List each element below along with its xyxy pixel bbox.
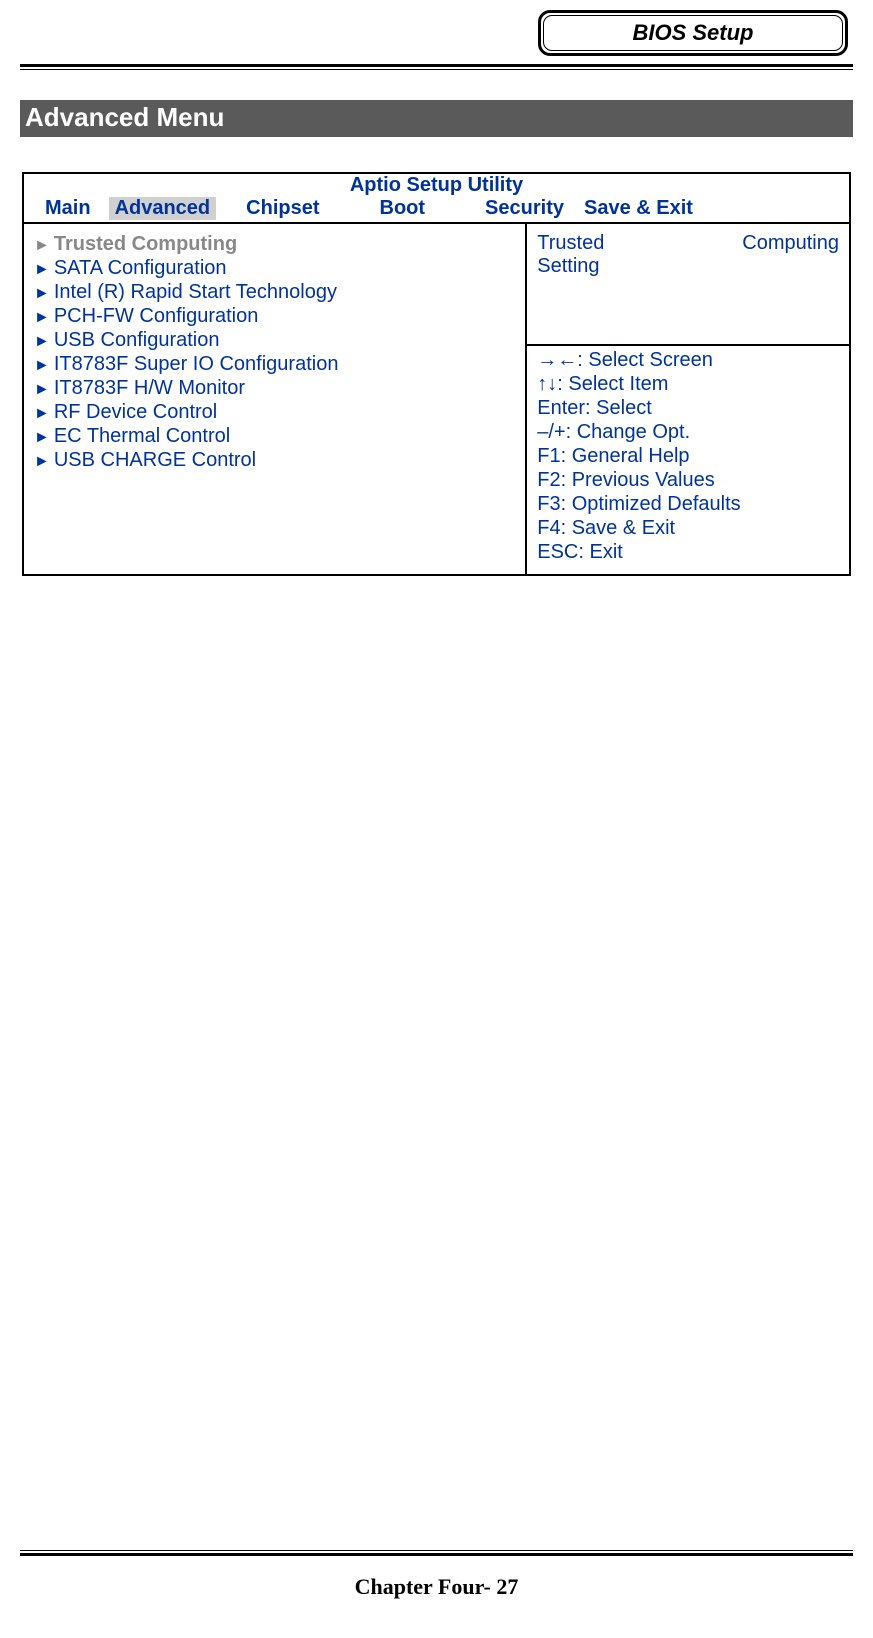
triangle-right-icon: ► [34,308,50,327]
triangle-right-icon: ► [34,284,50,303]
key-hint: F2: Previous Values [537,468,839,492]
bios-utility-title: Aptio Setup Utility [24,174,849,197]
footer-text: Chapter Four- 27 [20,1574,853,1600]
menu-item-label: USB CHARGE Control [54,448,256,472]
tab-security[interactable]: Security [455,197,574,220]
menu-item-label: Intel (R) Rapid Start Technology [54,280,337,304]
triangle-right-icon: ► [34,404,50,423]
header-box: BIOS Setup [538,10,848,56]
menu-item-hw-monitor[interactable]: ► IT8783F H/W Monitor [34,376,515,400]
key-hint: –/+: Change Opt. [537,420,839,444]
section-title: Advanced Menu [20,100,853,137]
tab-main[interactable]: Main [29,197,109,220]
menu-item-label: EC Thermal Control [54,424,230,448]
menu-item-usb-charge-control[interactable]: ► USB CHARGE Control [34,448,515,472]
help-text-word: Computing [742,232,839,255]
key-hint: ESC: Exit [537,540,839,564]
menu-item-rf-device-control[interactable]: ► RF Device Control [34,400,515,424]
key-hint: F4: Save & Exit [537,516,839,540]
footer-divider [20,1550,853,1556]
triangle-right-icon: ► [34,332,50,351]
menu-item-sata-configuration[interactable]: ► SATA Configuration [34,256,515,280]
tab-boot[interactable]: Boot [350,197,456,220]
menu-item-trusted-computing[interactable]: ► Trusted Computing [34,232,515,256]
menu-item-usb-configuration[interactable]: ► USB Configuration [34,328,515,352]
key-hints: →←: Select Screen ↑↓: Select Item Enter:… [527,346,849,574]
menu-item-intel-rapid-start[interactable]: ► Intel (R) Rapid Start Technology [34,280,515,304]
triangle-right-icon: ► [34,236,50,255]
menu-item-label: PCH-FW Configuration [54,304,259,328]
menu-item-label: IT8783F Super IO Configuration [54,352,339,376]
menu-item-label: USB Configuration [54,328,220,352]
tab-save-exit[interactable]: Save & Exit [574,197,703,220]
triangle-right-icon: ► [34,428,50,447]
key-hint: F3: Optimized Defaults [537,492,839,516]
triangle-right-icon: ► [34,380,50,399]
tab-advanced[interactable]: Advanced [109,197,217,220]
menu-item-ec-thermal-control[interactable]: ► EC Thermal Control [34,424,515,448]
key-hint: →←: Select Screen [537,348,839,372]
triangle-right-icon: ► [34,356,50,375]
menu-item-pch-fw-configuration[interactable]: ► PCH-FW Configuration [34,304,515,328]
key-hint: Enter: Select [537,396,839,420]
triangle-right-icon: ► [34,260,50,279]
menu-item-label: SATA Configuration [54,256,227,280]
triangle-right-icon: ► [34,452,50,471]
menu-item-label: IT8783F H/W Monitor [54,376,245,400]
menu-list: ► Trusted Computing ► SATA Configuration… [24,224,527,574]
top-divider [20,64,853,70]
menu-item-super-io-configuration[interactable]: ► IT8783F Super IO Configuration [34,352,515,376]
bios-tabs: Main Advanced Chipset Boot Security Save… [24,197,849,224]
key-hint: F1: General Help [537,444,839,468]
tab-chipset[interactable]: Chipset [216,197,349,220]
help-text-line: Setting [537,255,599,277]
help-text-word: Trusted [537,232,604,254]
help-text: Trusted Setting Computing [527,224,849,344]
key-hint: ↑↓: Select Item [537,372,839,396]
header-title: BIOS Setup [543,15,843,51]
bios-table: Aptio Setup Utility Main Advanced Chipse… [22,172,851,576]
menu-item-label: Trusted Computing [54,232,237,256]
menu-item-label: RF Device Control [54,400,217,424]
